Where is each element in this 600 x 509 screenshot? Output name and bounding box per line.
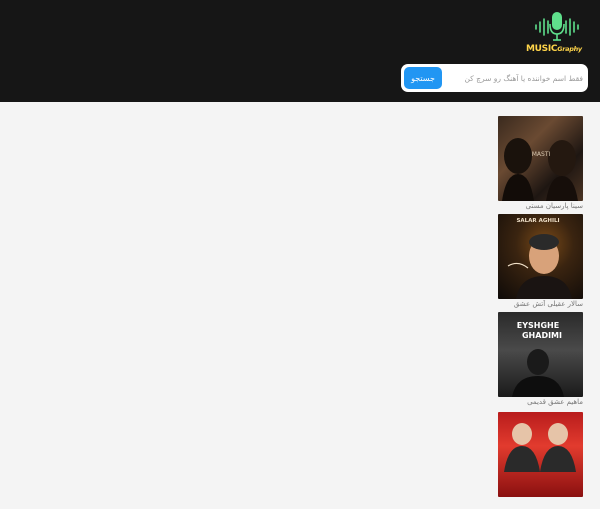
search-bar: جستجو (401, 64, 588, 92)
microphone-icon (535, 12, 579, 41)
track-caption[interactable] (498, 498, 583, 509)
cover-title-1: EYSHGHE (517, 321, 559, 330)
track-caption[interactable]: ماهیم عشق قدیمی (498, 398, 583, 409)
cover-title: SALAR AGHILI (516, 218, 559, 224)
site-header: MUSICGraphy جستجو (0, 0, 600, 102)
logo-wordmark: MUSICGraphy (526, 44, 582, 54)
track-cover[interactable]: SALAR AGHILI (498, 214, 583, 299)
search-button[interactable]: جستجو (404, 67, 442, 89)
track-cover[interactable] (498, 412, 583, 497)
track-caption[interactable]: سالار عقیلی آتش عشق (498, 300, 583, 311)
search-input[interactable] (445, 67, 585, 89)
track-cover[interactable]: MASTI (498, 116, 583, 201)
track-caption[interactable]: سینا پارسیان مستی (498, 202, 583, 213)
track-cover[interactable]: EYSHGHE GHADIMI (498, 312, 583, 397)
cover-title: MASTI (532, 151, 551, 158)
cover-title-2: GHADIMI (522, 331, 562, 340)
site-logo[interactable]: MUSICGraphy (526, 10, 588, 60)
